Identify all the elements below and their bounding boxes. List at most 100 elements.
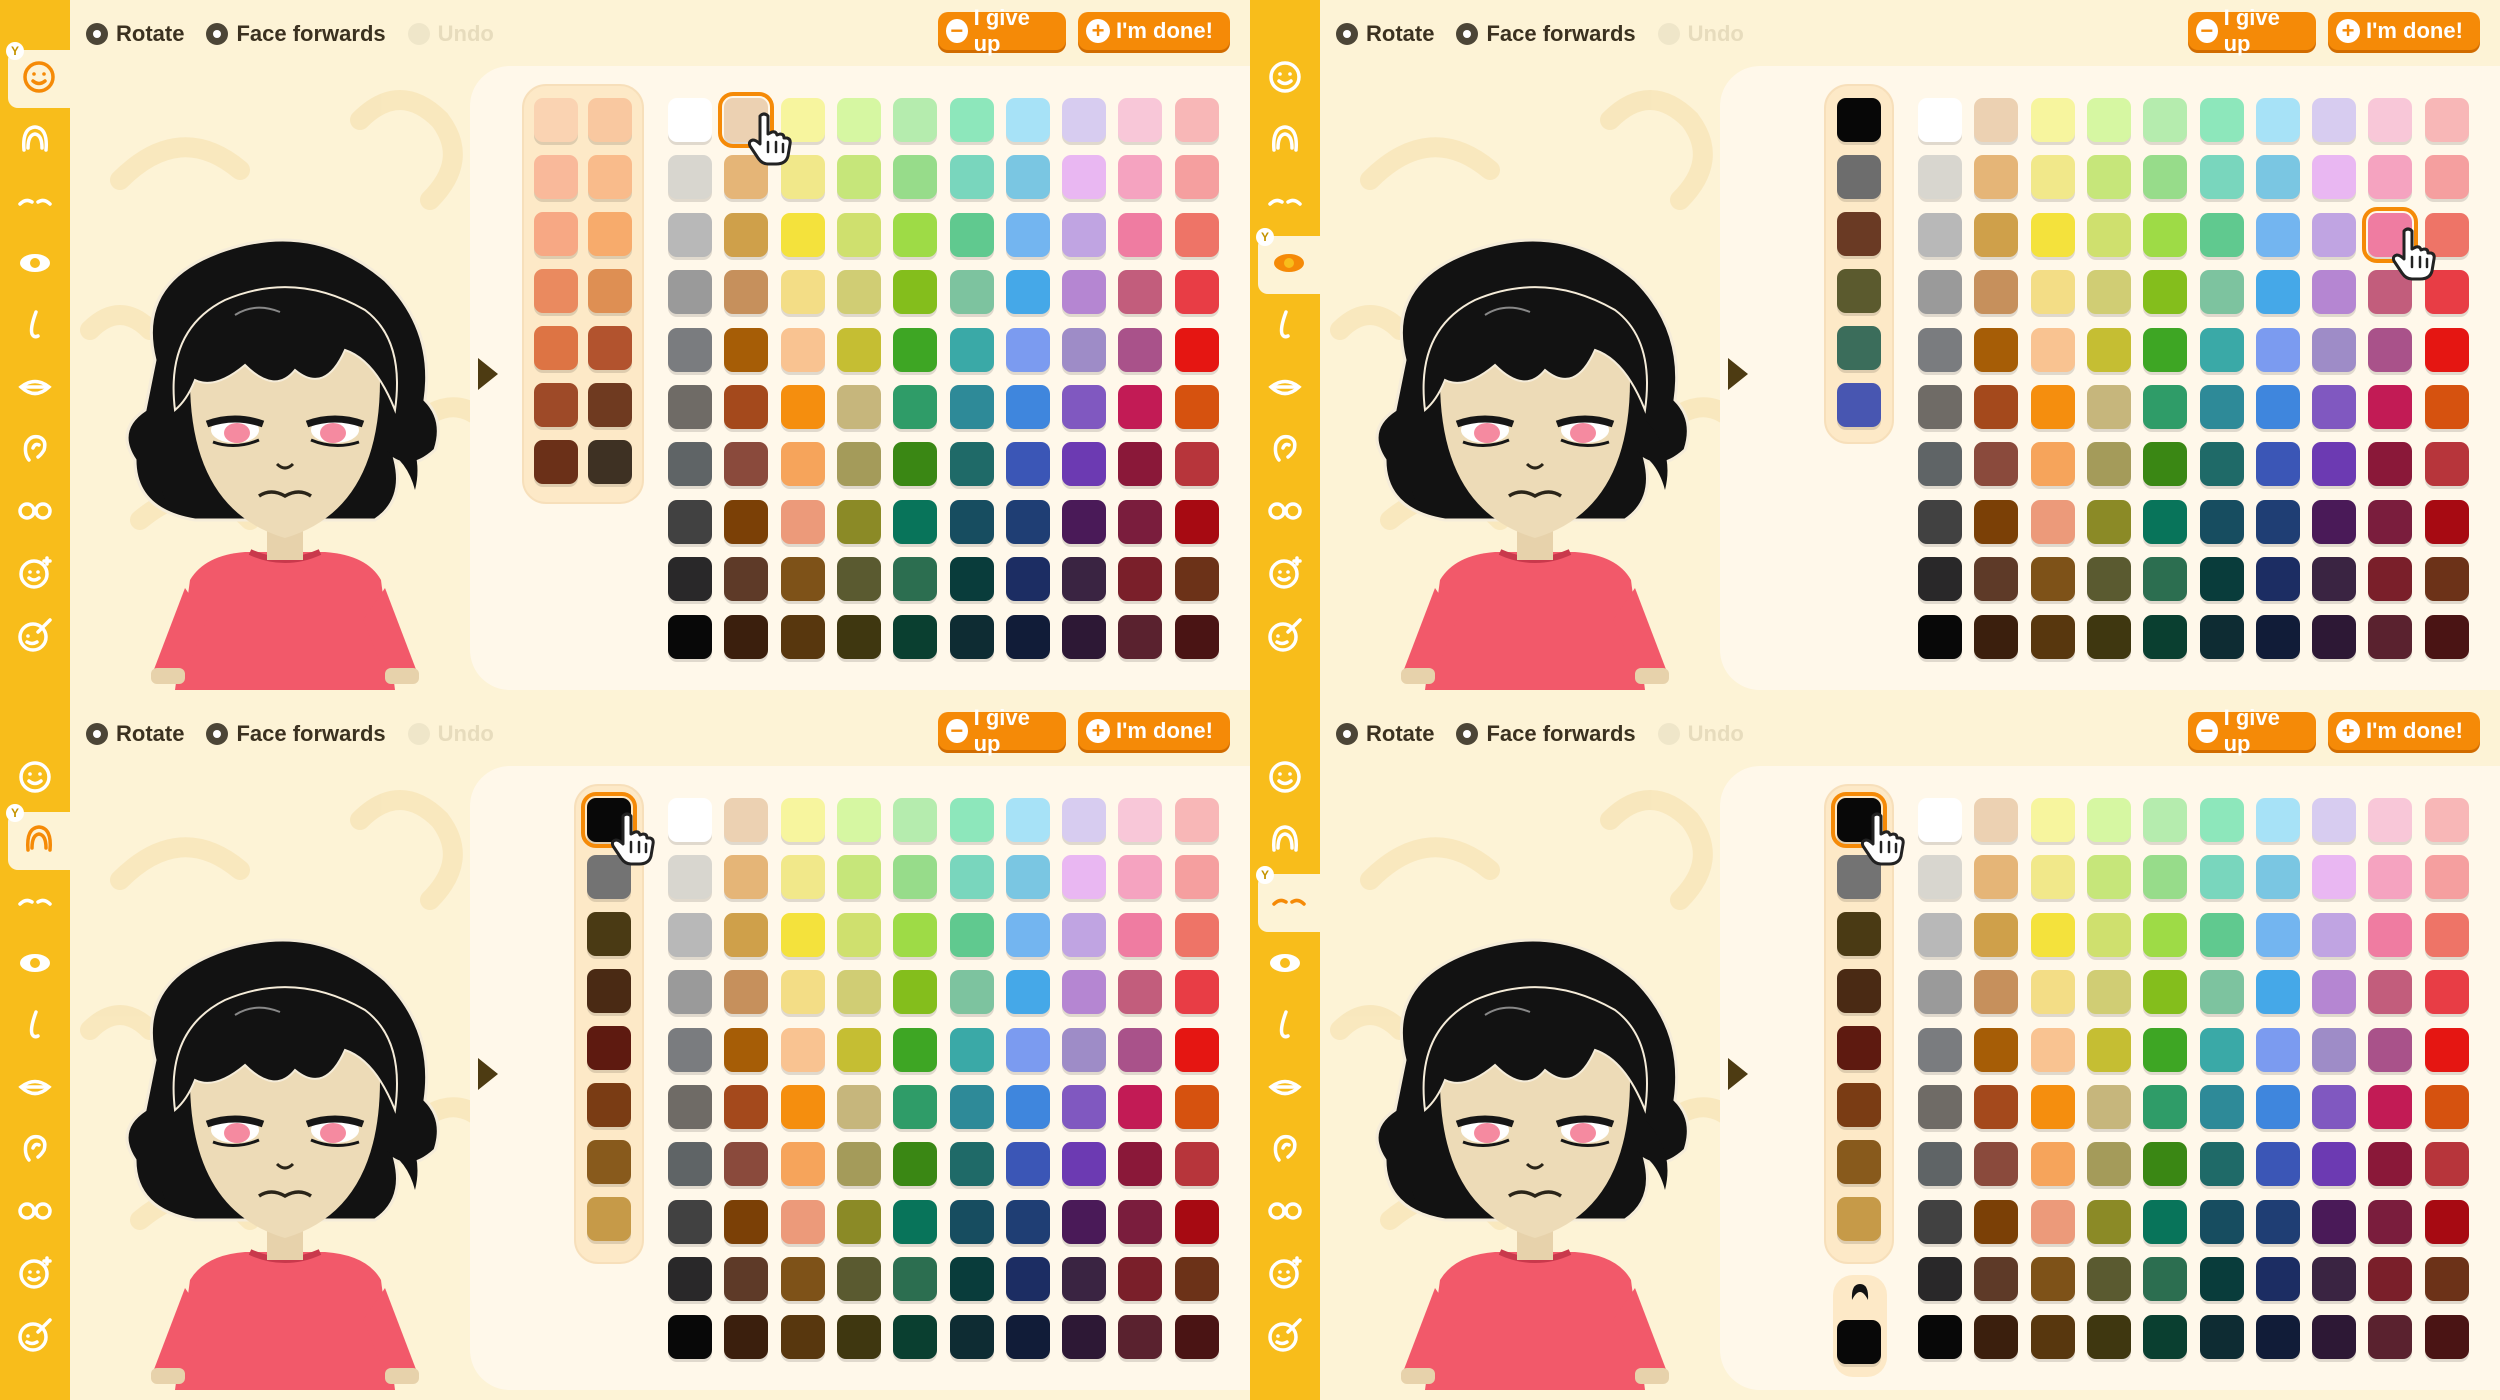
palette-swatch[interactable] bbox=[2312, 212, 2357, 257]
hair-color-swatch[interactable] bbox=[587, 1026, 631, 1070]
hair-color-swatch[interactable] bbox=[1837, 1083, 1881, 1127]
palette-swatch[interactable] bbox=[668, 1085, 712, 1129]
palette-swatch[interactable] bbox=[949, 855, 994, 900]
palette-swatch[interactable] bbox=[1118, 212, 1163, 257]
palette-swatch[interactable] bbox=[724, 1142, 769, 1187]
palette-swatch[interactable] bbox=[1118, 1085, 1163, 1129]
palette-swatch[interactable] bbox=[2312, 1199, 2357, 1244]
palette-swatch[interactable] bbox=[836, 1142, 881, 1187]
palette-swatch[interactable] bbox=[1062, 499, 1107, 544]
give-up-button[interactable]: − I give up bbox=[2188, 705, 2316, 756]
palette-swatch[interactable] bbox=[949, 155, 994, 200]
palette-swatch[interactable] bbox=[2255, 98, 2300, 142]
palette-swatch[interactable] bbox=[893, 970, 938, 1015]
face-forwards-button[interactable]: Face forwards bbox=[206, 21, 386, 47]
palette-swatch[interactable] bbox=[2143, 98, 2188, 142]
palette-swatch[interactable] bbox=[1974, 614, 2019, 659]
palette-swatch[interactable] bbox=[2086, 499, 2131, 544]
sidebar-tab-face[interactable] bbox=[1256, 50, 1314, 108]
palette-swatch[interactable] bbox=[2030, 442, 2075, 487]
palette-swatch[interactable] bbox=[2312, 557, 2357, 602]
palette-swatch[interactable] bbox=[2199, 270, 2244, 315]
palette-swatch[interactable] bbox=[2199, 1314, 2244, 1359]
palette-swatch[interactable] bbox=[1005, 1142, 1050, 1187]
palette-swatch[interactable] bbox=[780, 557, 825, 602]
sidebar-tab-eyebrows[interactable] bbox=[6, 174, 64, 232]
palette-swatch[interactable] bbox=[836, 1027, 881, 1072]
palette-swatch[interactable] bbox=[2255, 1314, 2300, 1359]
palette-swatch[interactable] bbox=[668, 855, 712, 900]
palette-swatch[interactable] bbox=[2030, 912, 2075, 957]
rotate-button[interactable]: Rotate bbox=[86, 21, 184, 47]
palette-swatch[interactable] bbox=[668, 912, 712, 957]
palette-swatch[interactable] bbox=[836, 557, 881, 602]
palette-swatch[interactable] bbox=[2312, 98, 2357, 142]
palette-swatch[interactable] bbox=[1062, 1314, 1107, 1359]
palette-swatch[interactable] bbox=[1118, 557, 1163, 602]
sidebar-tab-hair[interactable] bbox=[1256, 812, 1314, 870]
palette-swatch[interactable] bbox=[2086, 1314, 2131, 1359]
palette-swatch[interactable] bbox=[2424, 499, 2469, 544]
sidebar-tab-face-sparkle[interactable] bbox=[1256, 1246, 1314, 1304]
palette-swatch[interactable] bbox=[1118, 499, 1163, 544]
palette-swatch[interactable] bbox=[1118, 1257, 1163, 1302]
palette-swatch[interactable] bbox=[2255, 970, 2300, 1015]
palette-swatch[interactable] bbox=[1918, 557, 1962, 602]
palette-swatch[interactable] bbox=[2424, 1199, 2469, 1244]
sidebar-tab-nose[interactable] bbox=[1256, 998, 1314, 1056]
hair-color-swatch[interactable] bbox=[587, 1083, 631, 1127]
palette-swatch[interactable] bbox=[1005, 385, 1050, 429]
palette-swatch[interactable] bbox=[1174, 557, 1219, 602]
palette-swatch[interactable] bbox=[893, 1257, 938, 1302]
palette-swatch[interactable] bbox=[724, 499, 769, 544]
palette-swatch[interactable] bbox=[2312, 1027, 2357, 1072]
sidebar-tab-eye[interactable] bbox=[6, 936, 64, 994]
palette-swatch[interactable] bbox=[949, 798, 994, 842]
palette-swatch[interactable] bbox=[2199, 327, 2244, 372]
palette-swatch[interactable] bbox=[1118, 1142, 1163, 1187]
palette-swatch[interactable] bbox=[780, 442, 825, 487]
sidebar-tab-eyebrows[interactable]: Y bbox=[1256, 866, 1320, 932]
palette-swatch[interactable] bbox=[893, 798, 938, 842]
palette-swatch[interactable] bbox=[668, 442, 712, 487]
sidebar-tab-face-sparkle[interactable] bbox=[6, 1246, 64, 1304]
palette-swatch[interactable] bbox=[1118, 798, 1163, 842]
palette-swatch[interactable] bbox=[1918, 385, 1962, 429]
palette-swatch[interactable] bbox=[893, 270, 938, 315]
palette-swatch[interactable] bbox=[2030, 1027, 2075, 1072]
palette-swatch[interactable] bbox=[836, 1257, 881, 1302]
palette-swatch[interactable] bbox=[1005, 155, 1050, 200]
palette-swatch[interactable] bbox=[1174, 155, 1219, 200]
mii-avatar-preview[interactable] bbox=[1345, 920, 1725, 1400]
palette-swatch[interactable] bbox=[2199, 212, 2244, 257]
palette-swatch[interactable] bbox=[2424, 912, 2469, 957]
palette-swatch[interactable] bbox=[2424, 614, 2469, 659]
sidebar-tab-glasses[interactable] bbox=[1256, 1184, 1314, 1242]
palette-swatch[interactable] bbox=[780, 614, 825, 659]
palette-swatch[interactable] bbox=[2199, 1085, 2244, 1129]
palette-swatch[interactable] bbox=[2312, 798, 2357, 842]
palette-swatch[interactable] bbox=[1918, 855, 1962, 900]
palette-swatch[interactable] bbox=[2086, 442, 2131, 487]
expand-arrow-icon[interactable] bbox=[478, 358, 498, 390]
palette-swatch[interactable] bbox=[1118, 912, 1163, 957]
palette-swatch[interactable] bbox=[2255, 912, 2300, 957]
palette-swatch[interactable] bbox=[949, 1314, 994, 1359]
palette-swatch[interactable] bbox=[2030, 155, 2075, 200]
palette-swatch[interactable] bbox=[836, 270, 881, 315]
palette-swatch[interactable] bbox=[1918, 155, 1962, 200]
palette-swatch[interactable] bbox=[724, 557, 769, 602]
palette-swatch[interactable] bbox=[893, 327, 938, 372]
palette-swatch[interactable] bbox=[2368, 98, 2413, 142]
palette-swatch[interactable] bbox=[836, 912, 881, 957]
done-button[interactable]: + I'm done! bbox=[2328, 712, 2480, 750]
palette-swatch[interactable] bbox=[2143, 855, 2188, 900]
palette-swatch[interactable] bbox=[780, 798, 825, 842]
palette-swatch[interactable] bbox=[2086, 912, 2131, 957]
palette-swatch[interactable] bbox=[2199, 970, 2244, 1015]
palette-swatch[interactable] bbox=[1918, 1199, 1962, 1244]
palette-swatch[interactable] bbox=[2255, 557, 2300, 602]
palette-swatch[interactable] bbox=[2199, 798, 2244, 842]
palette-swatch[interactable] bbox=[2199, 1257, 2244, 1302]
palette-swatch[interactable] bbox=[2143, 327, 2188, 372]
